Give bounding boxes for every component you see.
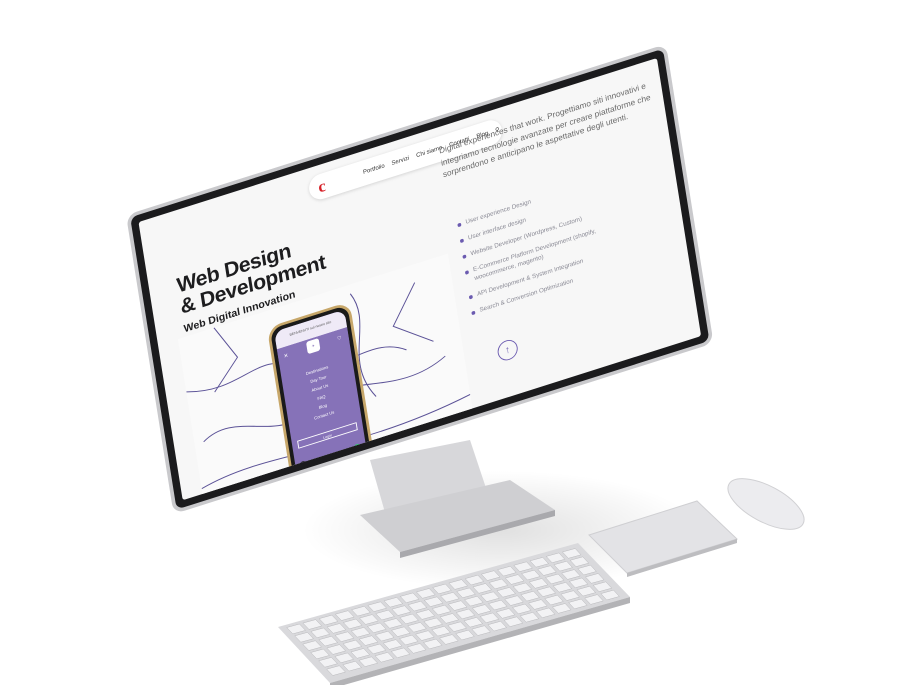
- logo[interactable]: c: [317, 176, 327, 197]
- phone-menu: Destinations Day Tour About Us FAQ Blog …: [281, 355, 360, 431]
- whatsapp-icon[interactable]: ✆: [352, 442, 363, 454]
- services-list: User experience Design User interface de…: [456, 176, 617, 325]
- nav-portfolio[interactable]: Portfolio: [363, 163, 385, 176]
- scroll-up-button[interactable]: ↑: [496, 337, 520, 363]
- trackpad[interactable]: [585, 495, 745, 580]
- lock-icon[interactable]: ⛉: [337, 336, 341, 342]
- nav-servizi[interactable]: Servizi: [391, 155, 410, 167]
- website-screen: c Portfolio Servizi Chi siamo Contatti B…: [138, 57, 702, 501]
- mouse[interactable]: [722, 478, 812, 538]
- chat-icon[interactable]: ●: [298, 460, 309, 471]
